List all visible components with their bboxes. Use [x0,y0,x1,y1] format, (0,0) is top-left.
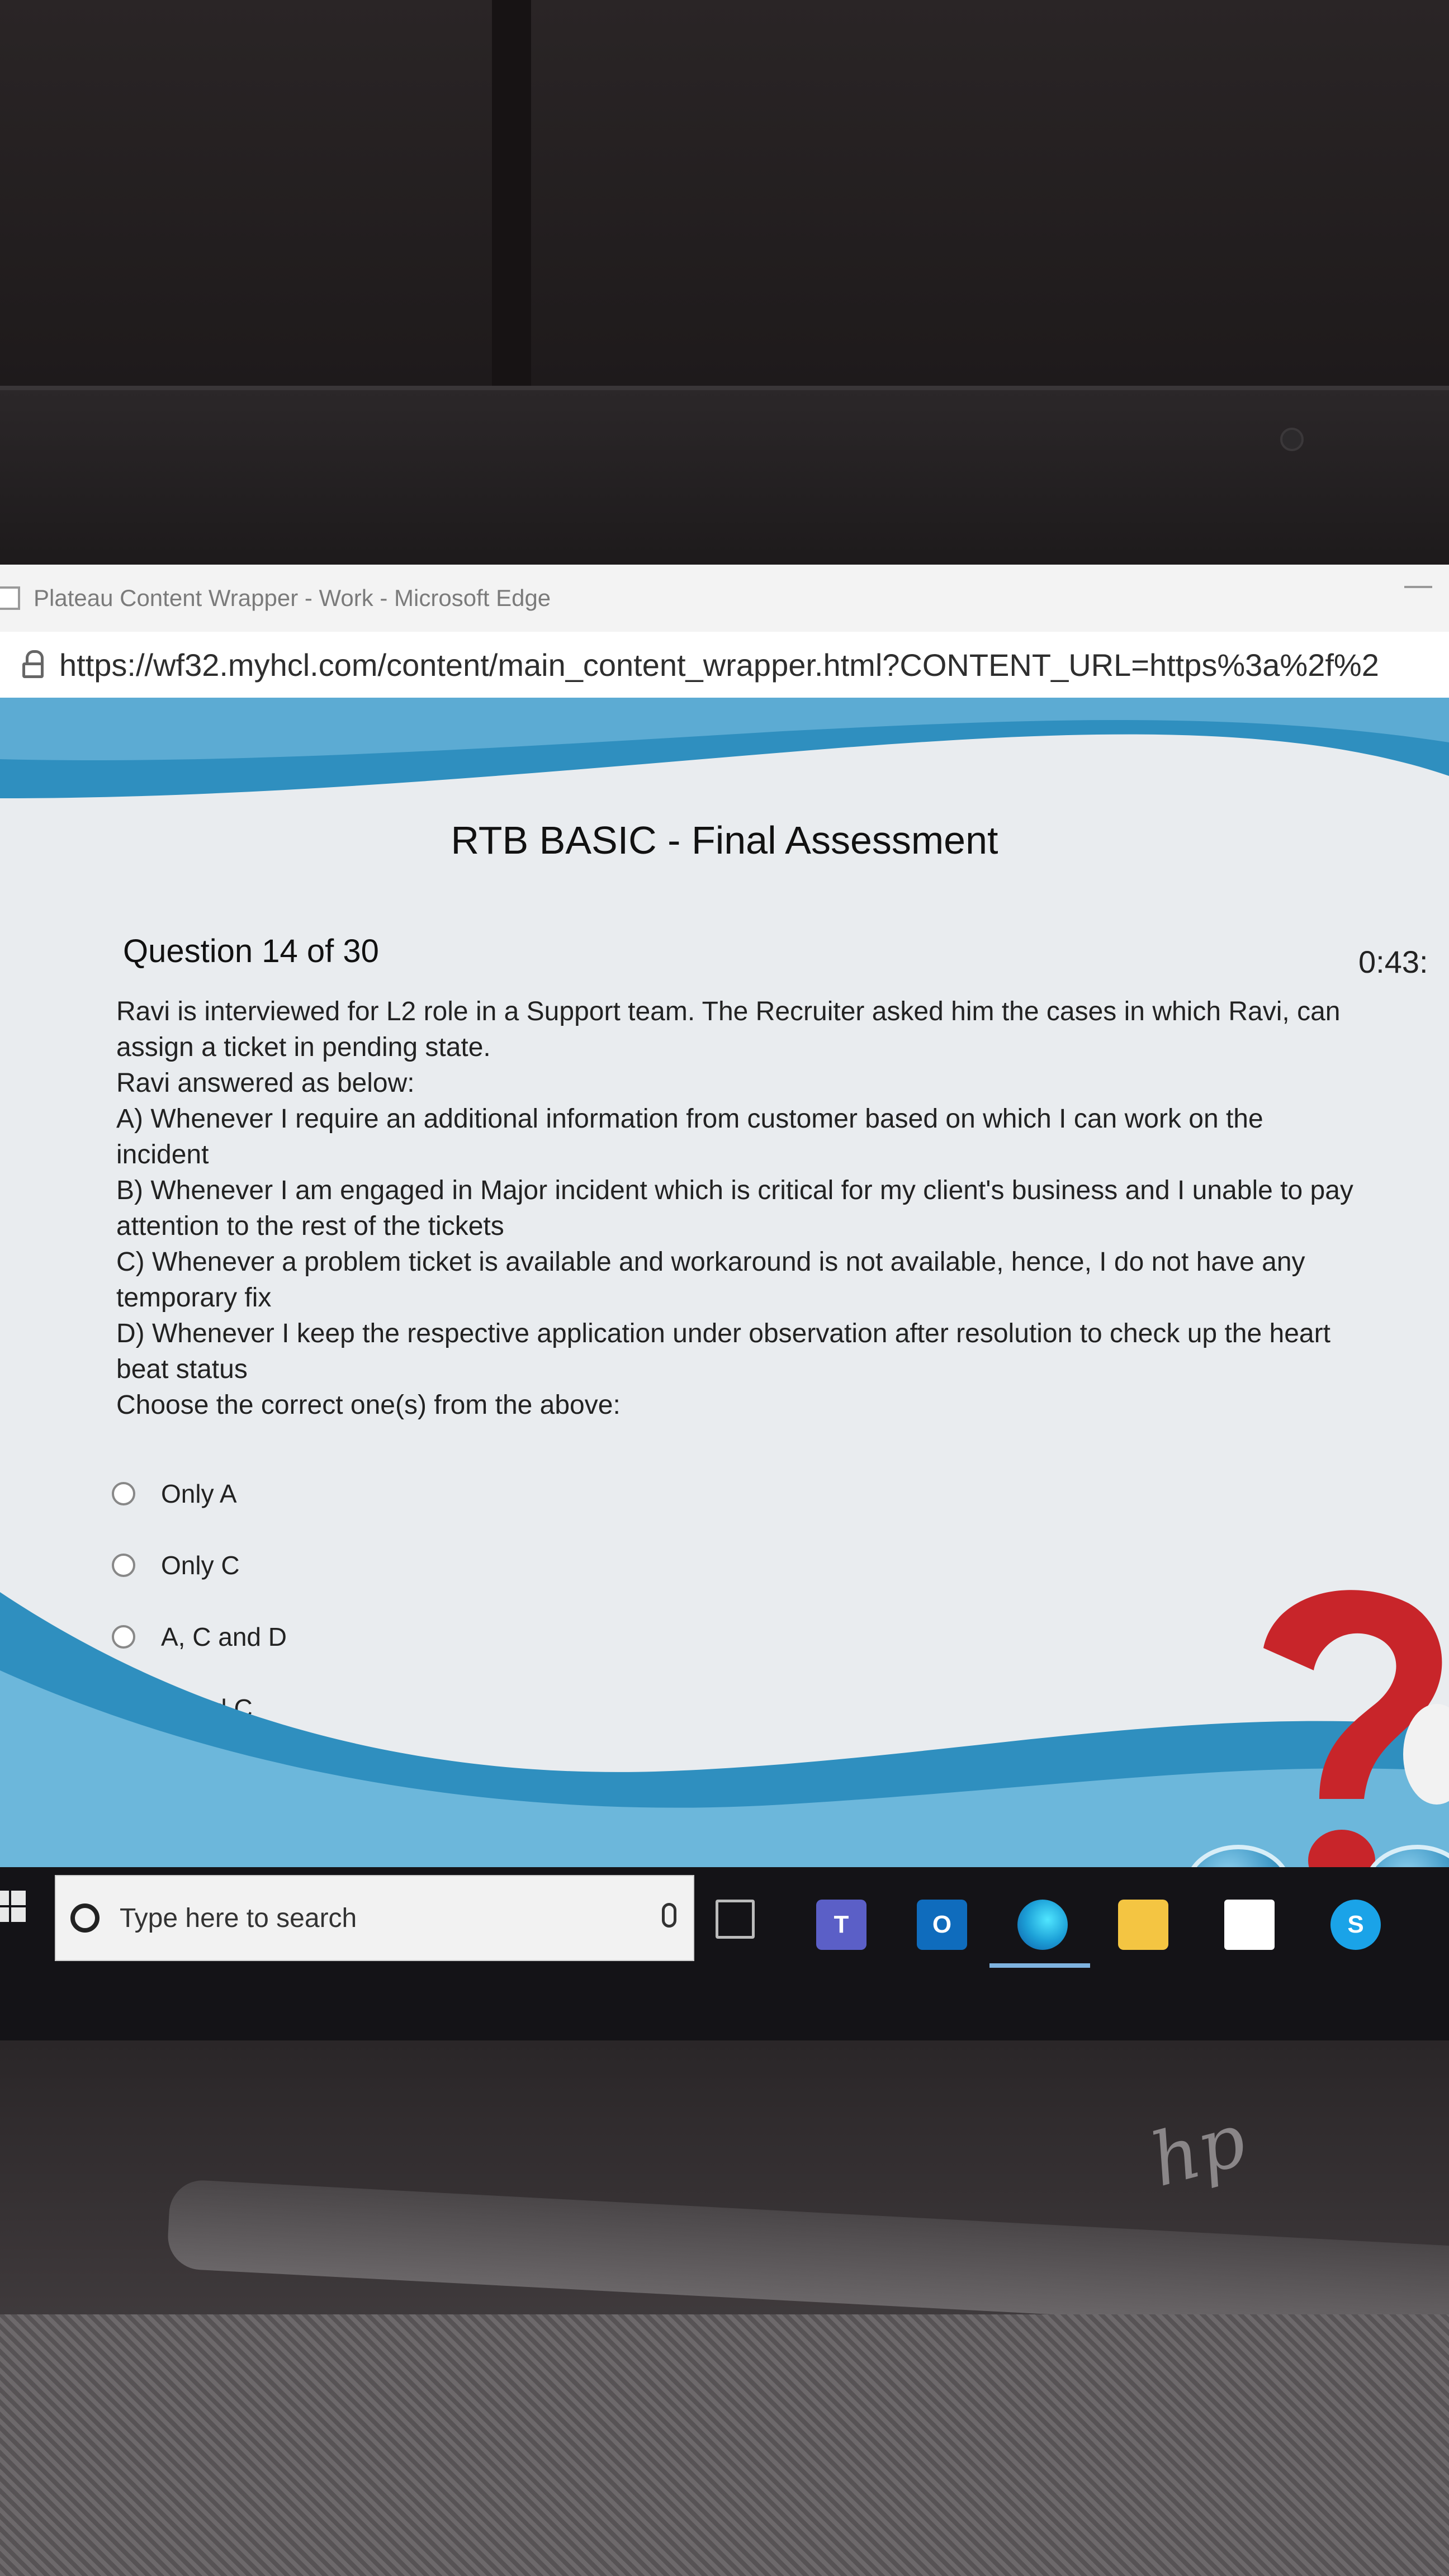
minimize-button[interactable] [1404,586,1432,588]
question-line: Choose the correct one(s) from the above… [116,1390,621,1420]
window-titlebar: Plateau Content Wrapper - Work - Microso… [0,565,1449,632]
question-number: Question 14 of 30 [123,933,379,969]
background-wall [0,0,1449,386]
course-content: RTB BASIC - Final Assessment Question 14… [0,698,1449,1905]
url-text[interactable]: https://wf32.myhcl.com/content/main_cont… [59,647,1379,683]
cortana-icon [70,1903,100,1933]
countdown-timer: 0:43: [1358,944,1428,979]
question-line: Ravi is interviewed for L2 role in a Sup… [116,997,1341,1062]
search-placeholder[interactable]: Type here to search [120,1903,357,1934]
mail-icon[interactable] [1224,1900,1275,1950]
radio-button[interactable] [112,1482,135,1505]
lock-icon[interactable] [22,650,45,679]
question-line: D) Whenever I keep the respective applic… [116,1319,1330,1384]
windows-taskbar: Type here to search T O S [0,1867,1449,2040]
window-title: Plateau Content Wrapper - Work - Microso… [34,585,551,611]
teams-icon[interactable]: T [816,1900,866,1950]
outlook-icon[interactable]: O [917,1900,967,1950]
question-line: Ravi answered as below: [116,1068,415,1098]
tab-page-icon [0,586,20,610]
laptop-keyboard-deck [0,2314,1449,2576]
webcam [1280,428,1304,451]
microphone-icon[interactable] [662,1903,676,1928]
skype-icon[interactable]: S [1330,1900,1381,1950]
laptop-screen: Plateau Content Wrapper - Work - Microso… [0,565,1449,2040]
taskbar-search-box[interactable]: Type here to search [55,1875,694,1961]
question-line: C) Whenever a problem ticket is availabl… [116,1247,1305,1313]
address-bar[interactable]: https://wf32.myhcl.com/content/main_cont… [0,632,1449,699]
answer-option-label[interactable]: Only A [161,1479,237,1509]
background-wall-stripe [492,0,531,386]
laptop-bezel-top [0,386,1449,569]
question-line: B) Whenever I am engaged in Major incide… [116,1176,1353,1241]
course-title: RTB BASIC - Final Assessment [451,818,998,862]
question-text: Ravi is interviewed for L2 role in a Sup… [116,994,1357,1423]
edge-icon[interactable] [1017,1900,1068,1950]
file-explorer-icon[interactable] [1118,1900,1168,1950]
answer-option[interactable]: Only A [112,1458,287,1530]
question-line: A) Whenever I require an additional info… [116,1104,1263,1169]
windows-start-icon[interactable] [0,1891,28,1924]
active-app-indicator [989,1963,1090,1968]
task-view-icon[interactable] [716,1900,755,1939]
